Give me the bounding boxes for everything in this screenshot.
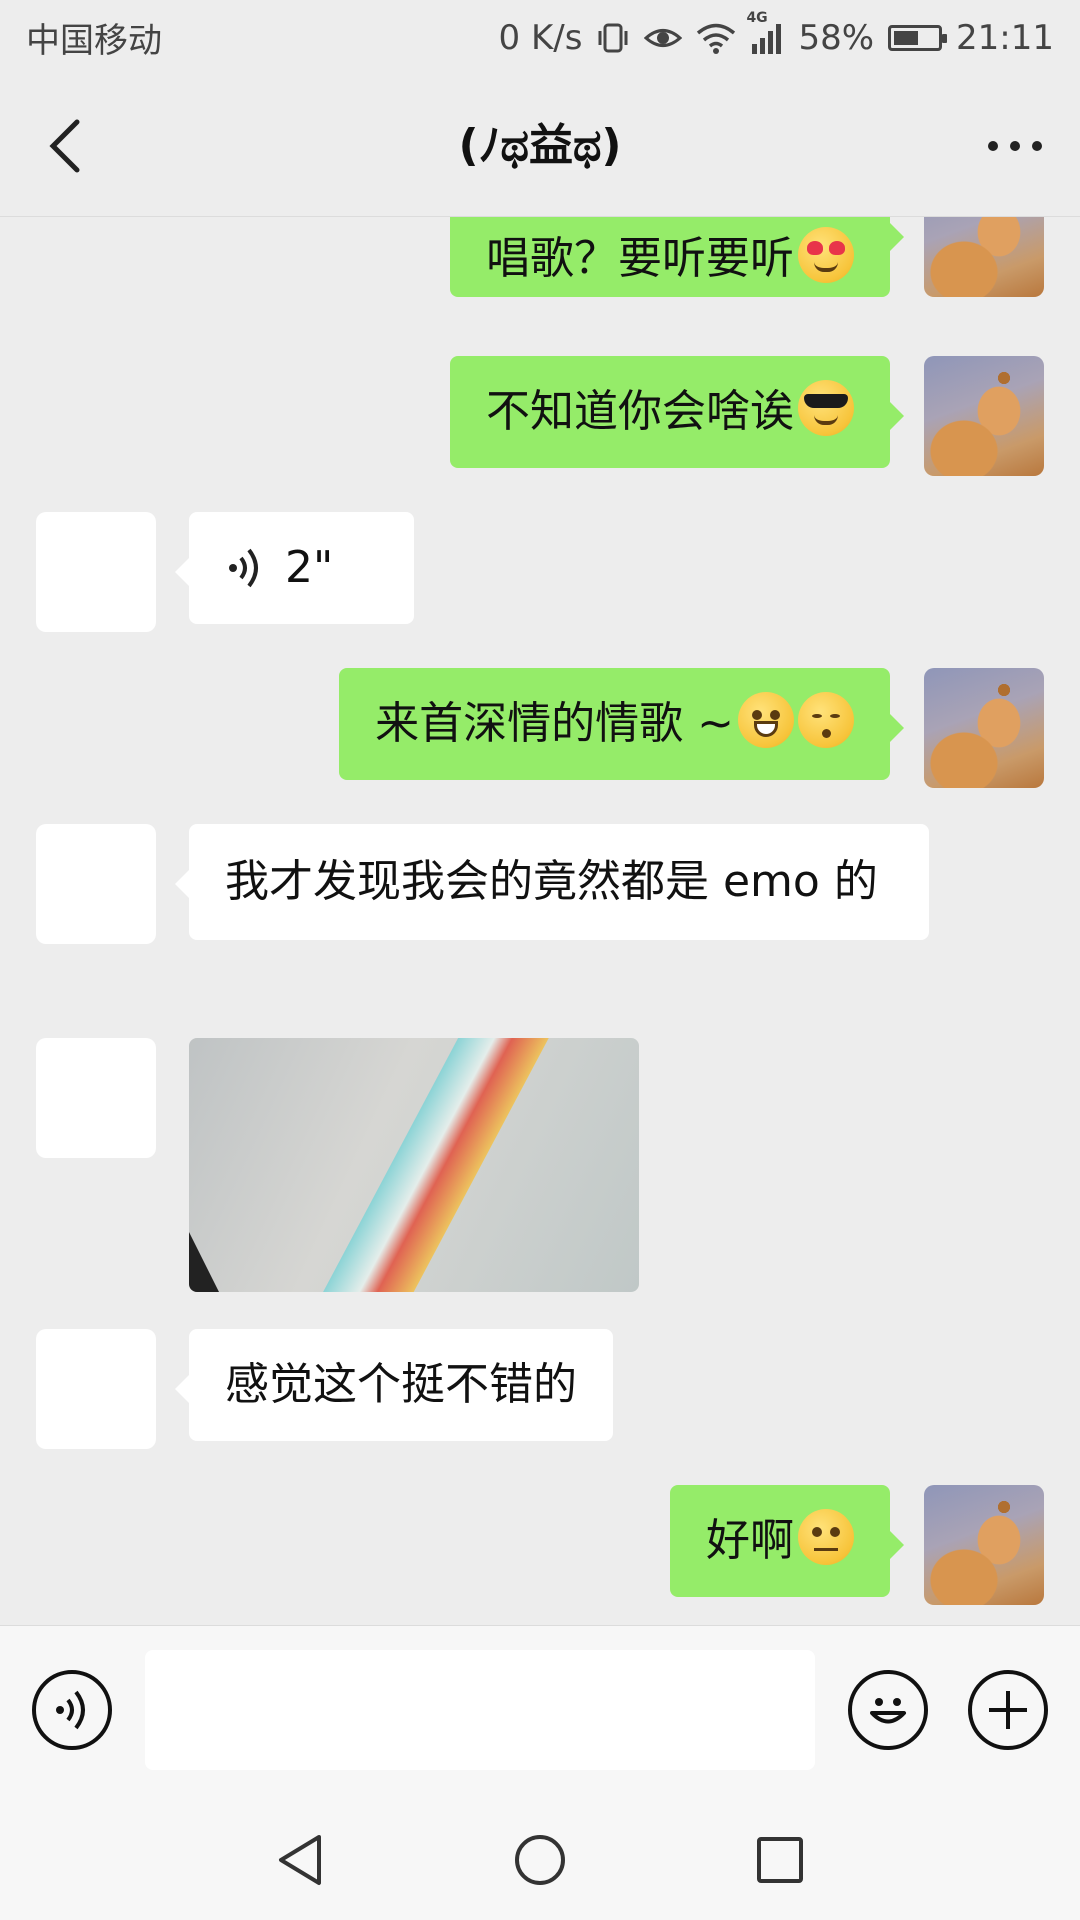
avatar[interactable] <box>36 1329 156 1449</box>
message-bubble-outgoing[interactable]: 唱歌？要听要听 <box>450 217 904 297</box>
wifi-icon <box>696 22 736 54</box>
message-text: 好啊 <box>706 1515 794 1566</box>
thinking-emoji <box>798 1509 854 1565</box>
message-text: 我才发现我会的竟然都是 emo 的 <box>225 856 878 907</box>
avatar[interactable] <box>924 668 1044 788</box>
more-functions-button[interactable] <box>968 1670 1048 1750</box>
chevron-left-icon <box>49 119 80 173</box>
message-text: 不知道你会啥诶 <box>486 386 794 437</box>
chat-header: (ﾉಥ益ಥ) <box>0 75 1080 217</box>
more-dots-icon <box>988 141 1042 151</box>
network-type-label: 4G <box>746 9 768 26</box>
nav-home-button[interactable] <box>505 1825 575 1895</box>
carrier-label: 中国移动 <box>26 21 162 61</box>
message-text: 来首深情的情歌 ~ <box>375 698 734 749</box>
message-bubble-incoming[interactable]: 感觉这个挺不错的 <box>175 1329 613 1441</box>
heart-eyes-drool-emoji <box>798 227 854 283</box>
voice-icon <box>56 1690 85 1730</box>
vibrate-icon <box>596 21 630 55</box>
voice-message[interactable]: 2" <box>175 512 414 624</box>
signal-icon: 4G <box>746 10 784 54</box>
message-bubble-outgoing[interactable]: 来首深情的情歌 ~ <box>339 668 904 780</box>
system-navigation-bar <box>0 1795 1080 1920</box>
message-text: 唱歌？要听要听 <box>486 233 794 284</box>
avatar[interactable] <box>36 824 156 944</box>
message-list[interactable]: 唱歌？要听要听 不知道你会啥诶 2" 来首深情的情歌 ~ 我才发现我会的竟然都是… <box>0 217 1080 1625</box>
image-message[interactable] <box>189 1038 639 1292</box>
square-recents-icon <box>757 1837 803 1883</box>
grin-emoji <box>738 692 794 748</box>
triangle-back-icon <box>279 1835 321 1885</box>
avatar[interactable] <box>924 1485 1044 1605</box>
nav-recents-button[interactable] <box>745 1825 815 1895</box>
avatar[interactable] <box>924 356 1044 476</box>
avatar[interactable] <box>36 1038 156 1158</box>
emoji-button[interactable] <box>848 1670 928 1750</box>
status-bar: 中国移动 0 K/s 4G 58% 21:11 <box>0 0 1080 75</box>
kissing-emoji <box>798 692 854 748</box>
net-speed: 0 K/s <box>498 17 583 58</box>
message-bubble-incoming[interactable]: 我才发现我会的竟然都是 emo 的 <box>175 824 929 940</box>
voice-wave-icon <box>229 548 258 588</box>
sunglasses-emoji <box>798 380 854 436</box>
smiley-icon <box>870 1698 906 1724</box>
eye-comfort-icon <box>644 23 683 53</box>
input-bar <box>0 1625 1080 1795</box>
message-bubble-outgoing[interactable]: 好啊 <box>670 1485 904 1597</box>
clock: 21:11 <box>956 17 1054 58</box>
battery-icon <box>888 24 948 51</box>
plus-icon <box>989 1691 1027 1729</box>
circle-home-icon <box>515 1835 565 1885</box>
voice-input-toggle[interactable] <box>32 1670 112 1750</box>
message-input[interactable] <box>145 1650 815 1770</box>
message-bubble-outgoing[interactable]: 不知道你会啥诶 <box>450 356 904 468</box>
chat-title: (ﾉಥ益ಥ) <box>458 120 622 171</box>
more-options-button[interactable] <box>980 111 1050 181</box>
nav-back-button[interactable] <box>265 1825 335 1895</box>
battery-percent: 58% <box>798 17 875 58</box>
back-button[interactable] <box>30 111 100 181</box>
voice-duration: 2" <box>285 542 334 593</box>
avatar[interactable] <box>924 217 1044 297</box>
avatar[interactable] <box>36 512 156 632</box>
message-text: 感觉这个挺不错的 <box>225 1359 577 1410</box>
